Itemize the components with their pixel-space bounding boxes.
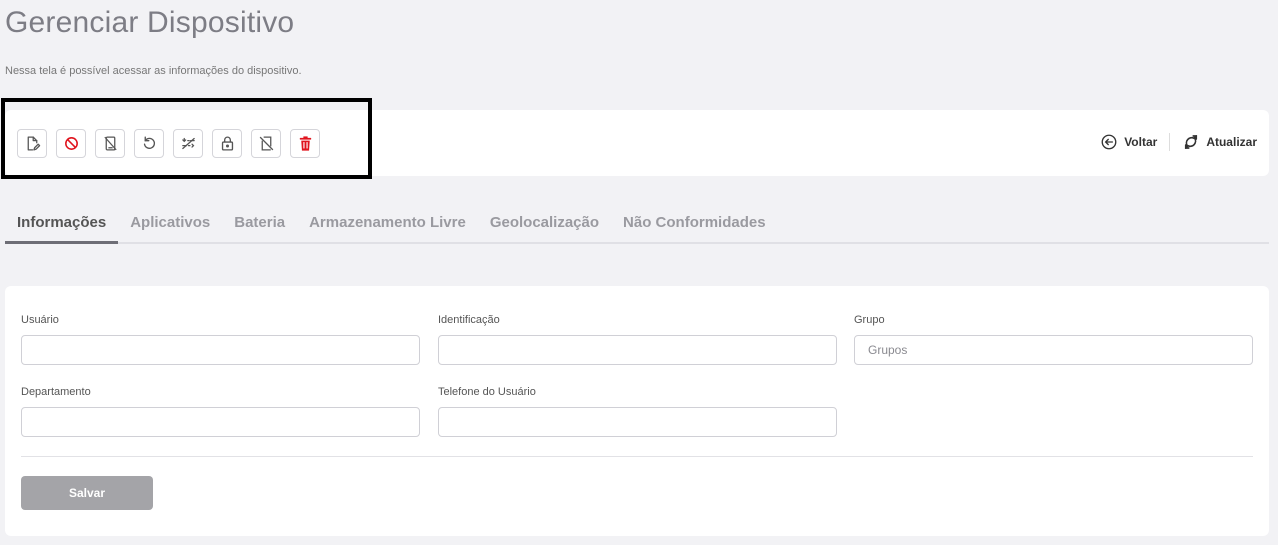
telefone-field-group: Telefone do Usuário (438, 386, 837, 437)
back-button[interactable]: Voltar (1100, 133, 1157, 151)
tab-nao-conformidades[interactable]: Não Conformidades (611, 212, 778, 244)
delete-button[interactable] (290, 129, 320, 158)
disable-device-button[interactable] (251, 129, 281, 158)
page-subtitle: Nessa tela é possível acessar as informa… (5, 65, 302, 77)
grupo-input[interactable] (854, 335, 1253, 365)
form-divider (21, 456, 1253, 457)
usuario-input[interactable] (21, 335, 420, 365)
departamento-label: Departamento (21, 386, 91, 398)
save-button[interactable]: Salvar (21, 476, 153, 510)
grupo-field-group: Grupo (854, 314, 1253, 365)
tab-geolocalizacao[interactable]: Geolocalização (478, 212, 611, 244)
back-arrow-circle-icon (1101, 134, 1117, 150)
edit-button[interactable] (17, 129, 47, 158)
departamento-field-group: Departamento (21, 386, 420, 437)
restart-icon (143, 136, 155, 149)
trash-icon (299, 136, 311, 151)
telefone-label: Telefone do Usuário (438, 386, 536, 398)
refresh-label: Atualizar (1206, 135, 1257, 149)
block-icon (64, 137, 78, 150)
tab-bar: Informações Aplicativos Bateria Armazena… (5, 212, 1269, 244)
block-device-button[interactable] (56, 129, 86, 158)
tab-armazenamento-livre[interactable]: Armazenamento Livre (297, 212, 478, 244)
identificacao-label: Identificação (438, 314, 500, 326)
device-info-form: Usuário Identificação Grupo Departamento… (5, 286, 1269, 536)
device-action-toolbar (17, 129, 320, 158)
header-actions: Voltar Atualizar (1100, 133, 1257, 151)
identificacao-input[interactable] (438, 335, 837, 365)
lock-icon (221, 136, 233, 151)
tab-bateria[interactable]: Bateria (222, 212, 297, 244)
wipe-device-icon (103, 136, 117, 151)
edit-document-icon (27, 136, 40, 151)
lock-button[interactable] (212, 129, 242, 158)
refresh-icon (1185, 135, 1198, 149)
device-disabled-icon (259, 136, 273, 151)
grupo-label: Grupo (854, 314, 885, 326)
restart-button[interactable] (134, 129, 164, 158)
page-title: Gerenciar Dispositivo (5, 6, 295, 39)
tab-informacoes[interactable]: Informações (5, 212, 119, 244)
back-label: Voltar (1124, 135, 1158, 149)
action-separator (1169, 133, 1171, 151)
refresh-button[interactable]: Atualizar (1182, 133, 1257, 151)
wipe-device-button[interactable] (95, 129, 125, 158)
telefone-input[interactable] (438, 407, 837, 437)
departamento-input[interactable] (21, 407, 420, 437)
usuario-label: Usuário (21, 314, 59, 326)
password-reset-button[interactable] (173, 129, 203, 158)
password-reset-icon (181, 137, 195, 150)
usuario-field-group: Usuário (21, 314, 420, 365)
tab-aplicativos[interactable]: Aplicativos (118, 212, 222, 244)
identificacao-field-group: Identificação (438, 314, 837, 365)
